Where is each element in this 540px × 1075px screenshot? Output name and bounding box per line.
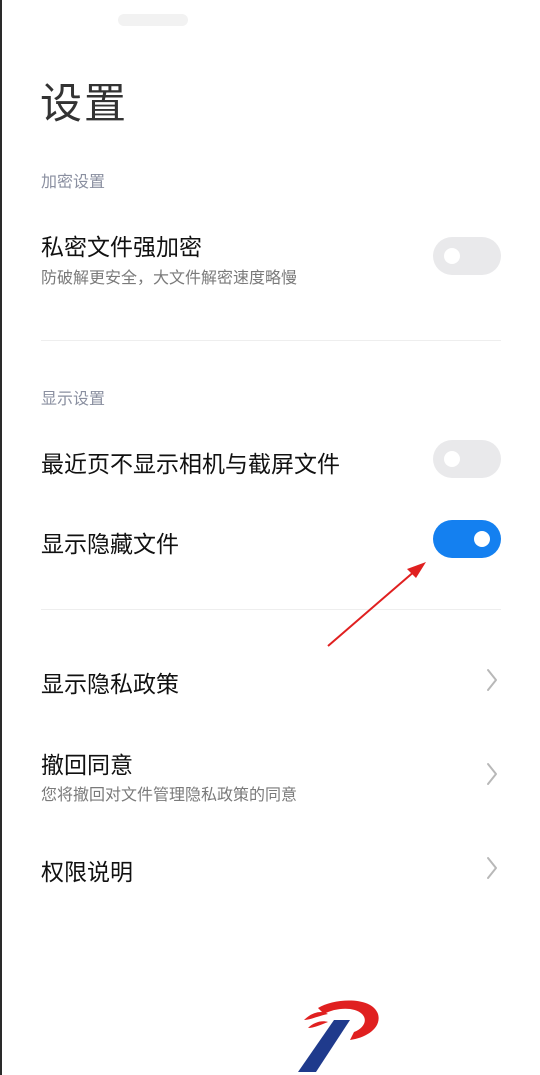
watermark-logo [298,1000,379,1072]
annotation-arrow [327,562,426,647]
